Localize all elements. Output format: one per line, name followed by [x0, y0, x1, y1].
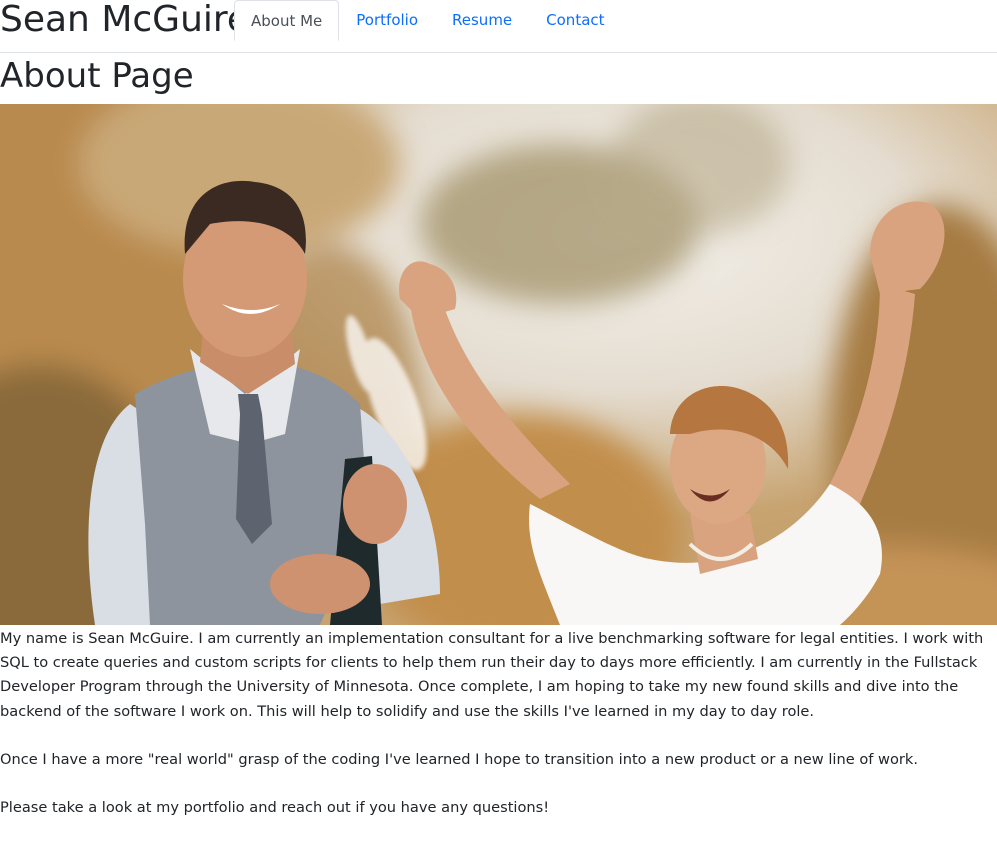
page-title: About Page	[0, 56, 194, 96]
tab-about-me[interactable]: About Me	[234, 0, 340, 41]
tab-contact[interactable]: Contact	[529, 0, 621, 40]
nav-tabs: About Me Portfolio Resume Contact	[234, 0, 622, 52]
about-paragraph-cta: Please take a look at my portfolio and r…	[0, 799, 550, 817]
tab-portfolio[interactable]: Portfolio	[339, 0, 435, 40]
site-brand[interactable]: Sean McGuire	[0, 0, 249, 42]
tab-resume[interactable]: Resume	[435, 0, 529, 40]
navbar: Sean McGuire About Me Portfolio Resume C…	[0, 0, 997, 53]
hero-photo	[0, 104, 997, 625]
about-paragraph-goals: Once I have a more "real world" grasp of…	[0, 750, 918, 768]
celebration-photo-illustration	[0, 104, 997, 625]
about-text: My name is Sean McGuire. I am currently …	[0, 627, 997, 844]
about-paragraph-intro: My name is Sean McGuire. I am currently …	[0, 630, 984, 720]
